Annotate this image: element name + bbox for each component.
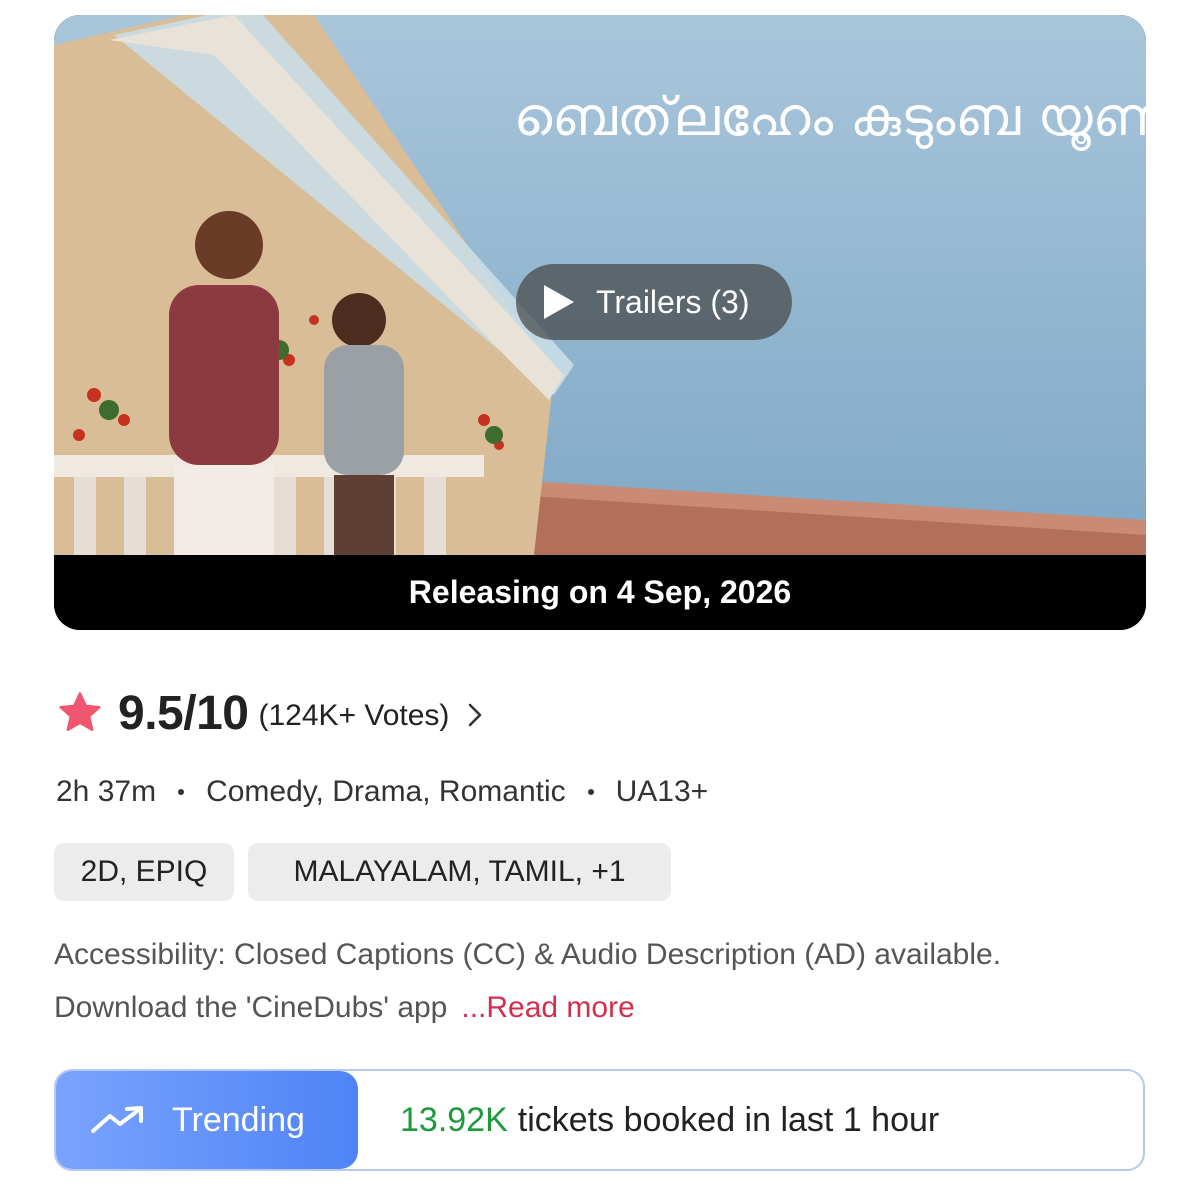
trending-up-icon [91,1106,143,1133]
rating-row[interactable]: 9.5/10 (124K+ Votes) [56,683,483,743]
rating-score: 9.5/10 [118,686,249,740]
movie-meta: 2h 37m Comedy, Drama, Romantic UA13+ [56,775,708,809]
trailers-label: Trailers (3) [596,283,750,320]
trending-badge: Trending [56,1071,358,1169]
tickets-count: 13.92K [400,1100,508,1139]
chevron-right-icon[interactable] [467,702,483,728]
genres: Comedy, Drama, Romantic [206,775,566,808]
tickets-text: tickets booked in last 1 hour [517,1100,940,1139]
duration: 2h 37m [56,775,157,808]
accessibility-line-2: Download the 'CineDubs' app ...Read more [54,981,1154,1034]
separator-dot [178,789,185,795]
movie-banner[interactable]: ബെത്‌ലഹേം കുടുംബ യൂണിറ്റ് Trailers (3) R… [54,15,1146,630]
format-chip[interactable]: 2D, EPIQ [54,843,234,901]
trending-label: Trending [172,1100,305,1139]
accessibility-download-text: Download the 'CineDubs' app [54,991,448,1024]
accessibility-info: Accessibility: Closed Captions (CC) & Au… [54,928,1154,1034]
poster-title: ബെത്‌ലഹേം കുടുംബ യൂണിറ്റ് [513,85,1146,151]
trailers-button[interactable]: Trailers (3) [516,264,792,340]
separator-dot [587,789,594,795]
languages-chip[interactable]: MALAYALAM, TAMIL, +1 [248,843,671,901]
release-date-bar: Releasing on 4 Sep, 2026 [54,555,1146,630]
certificate: UA13+ [615,775,709,808]
trending-stats: 13.92K tickets booked in last 1 hour [400,1071,939,1169]
rating-votes: (124K+ Votes) [258,699,450,732]
read-more-link[interactable]: ...Read more [461,991,634,1024]
trending-card[interactable]: Trending 13.92K tickets booked in last 1… [54,1069,1145,1171]
accessibility-line-1: Accessibility: Closed Captions (CC) & Au… [54,938,1002,971]
star-icon [59,692,101,731]
play-icon [544,285,574,319]
